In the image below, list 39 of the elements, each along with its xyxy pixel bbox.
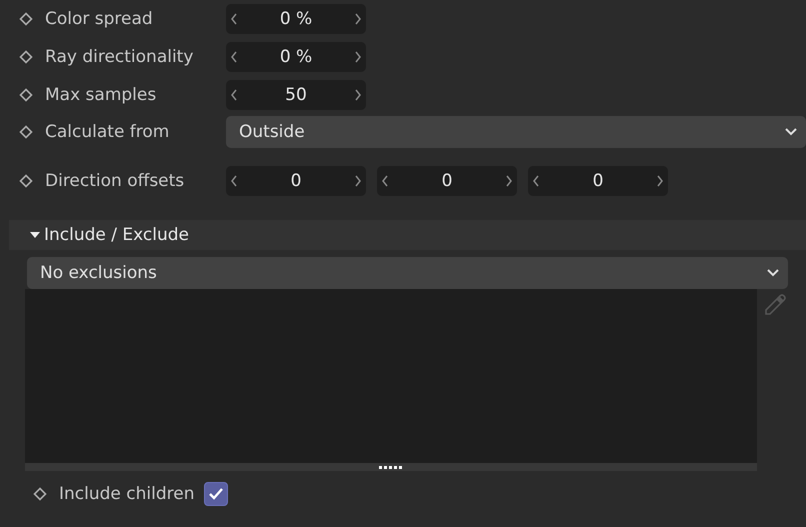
number-field[interactable]: 50 [226, 80, 366, 110]
chevron-right-icon[interactable] [505, 174, 513, 188]
number-field[interactable]: 0 [528, 166, 668, 196]
chevron-right-icon[interactable] [354, 12, 362, 26]
parameter-label: Calculate from [44, 122, 170, 142]
chevron-down-icon [766, 268, 780, 278]
checkmark-icon [208, 487, 224, 501]
parameter-label: Direction offsets [44, 171, 186, 191]
chevron-left-icon[interactable] [230, 50, 238, 64]
checkbox-label: Include children [58, 484, 194, 504]
keyframe-diamond-icon[interactable] [19, 174, 33, 188]
section-header[interactable]: Include / Exclude [9, 220, 806, 250]
dropdown[interactable]: Outside [226, 116, 806, 148]
resize-handle[interactable] [25, 463, 757, 471]
number-field[interactable]: 0 [377, 166, 517, 196]
number-field[interactable]: 0 [226, 166, 366, 196]
chevron-left-icon[interactable] [230, 88, 238, 102]
parameter-label: Max samples [44, 85, 158, 105]
number-field[interactable]: 0 % [226, 4, 366, 34]
chevron-right-icon[interactable] [354, 88, 362, 102]
number-field[interactable]: 0 % [226, 42, 366, 72]
keyframe-diamond-icon[interactable] [19, 12, 33, 26]
chevron-left-icon[interactable] [230, 174, 238, 188]
chevron-left-icon[interactable] [381, 174, 389, 188]
chevron-left-icon[interactable] [230, 12, 238, 26]
keyframe-diamond-icon[interactable] [19, 125, 33, 139]
keyframe-diamond-icon[interactable] [19, 88, 33, 102]
chevron-right-icon[interactable] [354, 50, 362, 64]
parameter-label: Ray directionality [44, 47, 194, 67]
chevron-left-icon[interactable] [532, 174, 540, 188]
chevron-right-icon[interactable] [354, 174, 362, 188]
triangle-down-icon [29, 230, 41, 240]
chevron-right-icon[interactable] [656, 174, 664, 188]
checkbox[interactable] [204, 482, 228, 506]
dropdown[interactable]: No exclusions [27, 257, 788, 289]
keyframe-diamond-icon[interactable] [33, 487, 47, 501]
keyframe-diamond-icon[interactable] [19, 50, 33, 64]
parameter-label: Color spread [44, 9, 154, 29]
chevron-down-icon [784, 127, 798, 137]
